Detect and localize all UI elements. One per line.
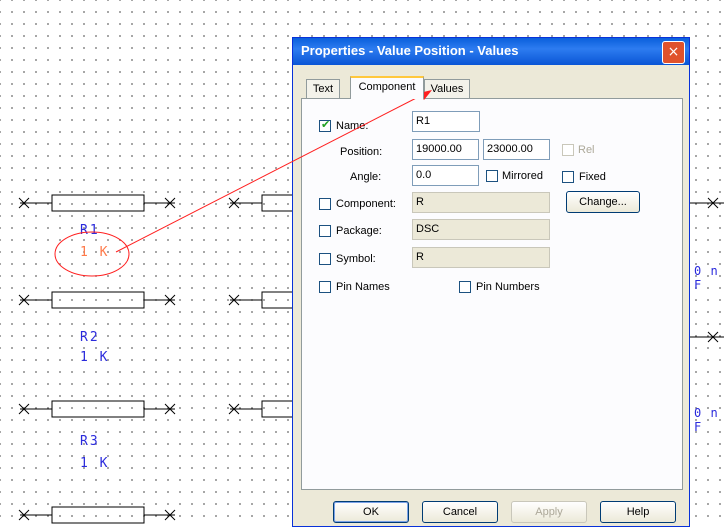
- dialog-titlebar[interactable]: Properties - Value Position - Values ×: [293, 38, 689, 65]
- dialog-title: Properties - Value Position - Values: [301, 43, 519, 58]
- r1-value-label[interactable]: 1 K: [80, 245, 109, 260]
- package-checkbox[interactable]: [319, 225, 331, 237]
- pin-numbers-checkbox[interactable]: [459, 281, 471, 293]
- r3-ref-label[interactable]: R3: [80, 434, 100, 449]
- ok-button[interactable]: OK: [333, 501, 409, 523]
- component-tab-panel: ✔ Name: R1 Position: 19000.00 23000.00 R…: [301, 98, 683, 490]
- name-input[interactable]: R1: [412, 111, 480, 132]
- help-button[interactable]: Help: [600, 501, 676, 523]
- right-cap-label-1: 0 n F: [694, 264, 719, 292]
- change-button[interactable]: Change...: [566, 191, 640, 213]
- pin-names-checkbox[interactable]: [319, 281, 331, 293]
- mirrored-checkbox[interactable]: [486, 170, 498, 182]
- r2-value-label[interactable]: 1 K: [80, 350, 109, 365]
- component-checkbox[interactable]: [319, 198, 331, 210]
- resistor-r3-symbol: [18, 400, 176, 418]
- position-label: Position:: [340, 146, 383, 158]
- properties-dialog: Properties - Value Position - Values × T…: [292, 37, 690, 527]
- pin-names-label: Pin Names: [336, 281, 390, 293]
- rel-label: Rel: [578, 144, 595, 156]
- resistor-r1-symbol: [18, 194, 176, 212]
- angle-input[interactable]: 0.0: [412, 165, 479, 186]
- apply-button[interactable]: Apply: [511, 501, 587, 523]
- close-icon[interactable]: ×: [662, 41, 685, 64]
- package-input[interactable]: DSC: [412, 219, 550, 240]
- package-label: Package:: [336, 225, 382, 237]
- component-input[interactable]: R: [412, 192, 550, 213]
- fixed-checkbox[interactable]: [562, 171, 574, 183]
- component-label: Component:: [336, 198, 396, 210]
- r3-value-label[interactable]: 1 K: [80, 456, 109, 471]
- r2-ref-label[interactable]: R2: [80, 330, 100, 345]
- symbol-checkbox[interactable]: [319, 253, 331, 265]
- pin-numbers-label: Pin Numbers: [476, 281, 540, 293]
- mirrored-label: Mirrored: [502, 170, 543, 182]
- resistor-r4-symbol: [18, 506, 176, 524]
- name-checkbox[interactable]: ✔: [319, 118, 331, 132]
- resistor-r2-symbol: [18, 291, 176, 309]
- position-x-input[interactable]: 19000.00: [412, 139, 479, 160]
- cancel-button[interactable]: Cancel: [422, 501, 498, 523]
- angle-label: Angle:: [350, 171, 382, 183]
- right-cap-label-2: 0 n F: [694, 406, 719, 434]
- symbol-label: Symbol:: [336, 253, 376, 265]
- rel-checkbox[interactable]: [562, 144, 574, 156]
- position-y-input[interactable]: 23000.00: [483, 139, 550, 160]
- symbol-input[interactable]: R: [412, 247, 550, 268]
- r1-ref-label[interactable]: R1: [80, 223, 100, 238]
- name-label: Name:: [336, 120, 369, 132]
- tab-values[interactable]: Values: [424, 79, 470, 98]
- tab-component[interactable]: Component: [350, 76, 424, 99]
- fixed-label: Fixed: [579, 171, 606, 183]
- tab-text[interactable]: Text: [306, 79, 340, 98]
